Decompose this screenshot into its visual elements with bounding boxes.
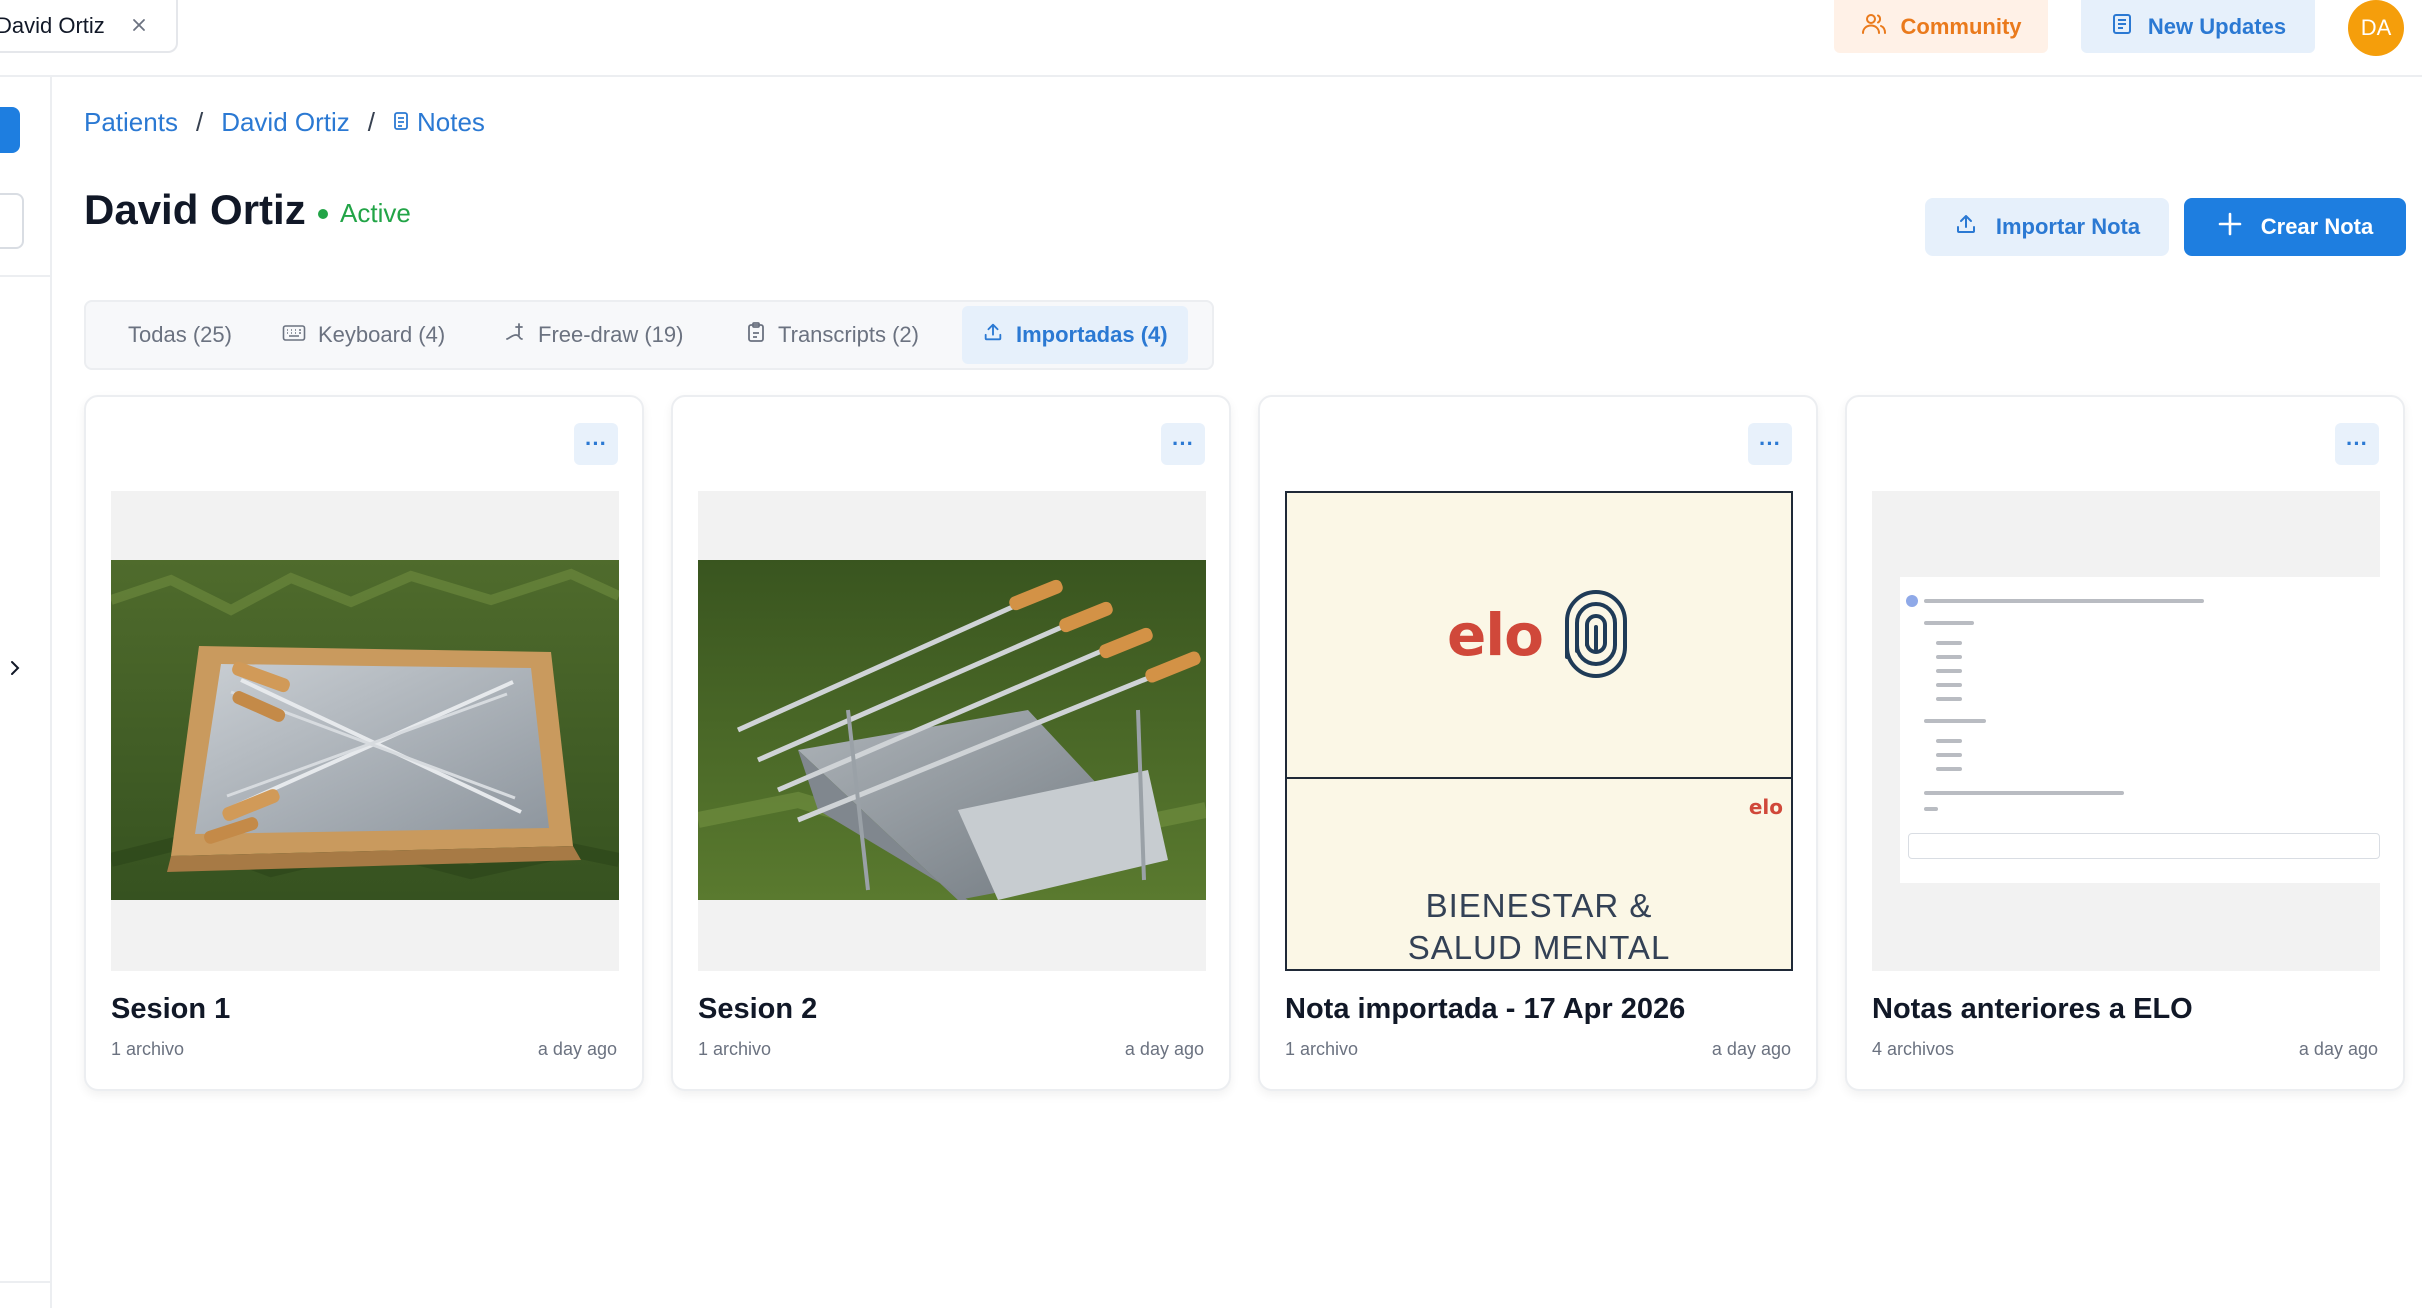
patient-tab[interactable]: David Ortiz: [0, 0, 178, 53]
community-button[interactable]: Community: [1834, 0, 2048, 53]
tab-keyboard[interactable]: Keyboard (4): [262, 306, 465, 364]
keyboard-icon: [282, 322, 306, 348]
rail-active-item[interactable]: [0, 107, 20, 153]
tab-transcripts-label: Transcripts (2): [778, 322, 919, 347]
note-type-tabs: Todas (25) Keyboard (4) Free-draw (19) T…: [84, 300, 1214, 370]
poster-headline-line-1: BIENESTAR &: [1425, 887, 1653, 924]
grill-skewers-photo: [698, 560, 1206, 900]
new-updates-button[interactable]: New Updates: [2081, 0, 2315, 53]
note-date: a day ago: [1711, 1039, 1791, 1059]
tab-all[interactable]: Todas (25): [108, 306, 252, 364]
ellipsis-icon: ···: [1172, 431, 1194, 456]
breadcrumb: Patients / David Ortiz / Notes: [84, 104, 485, 140]
page-title: David Ortiz: [84, 186, 306, 233]
new-updates-label: New Updates: [2147, 13, 2287, 39]
plus-icon: [2217, 211, 2243, 243]
rail-item[interactable]: [0, 193, 24, 249]
note-preview[interactable]: elo elo BIENESTAR & SALUD MENTAL: [1285, 491, 1793, 971]
note-title: Sesion 2: [698, 993, 818, 1025]
breadcrumb-separator: /: [367, 106, 375, 137]
breadcrumb-notes[interactable]: Notes: [393, 107, 485, 138]
poster-headline: BIENESTAR & SALUD MENTAL: [1287, 885, 1791, 969]
note-card[interactable]: ··· elo elo BIENESTAR & SALUD MENTAL Not…: [1258, 395, 1818, 1091]
ellipsis-icon: ···: [585, 431, 607, 456]
note-file-count: 1 archivo: [1285, 1039, 1359, 1059]
bot-avatar-icon: [1906, 595, 1918, 607]
left-rail: [0, 77, 52, 1308]
tab-transcripts[interactable]: Transcripts (2): [726, 306, 939, 364]
elo-logo-area: elo: [1287, 493, 1791, 779]
note-title: Sesion 1: [111, 993, 231, 1025]
breadcrumb-separator: /: [195, 106, 204, 137]
tab-imported-label: Importadas (4): [1016, 322, 1168, 347]
upload-icon: [1954, 212, 1978, 242]
rail-divider: [0, 275, 52, 277]
elo-wordmark: elo: [1446, 601, 1544, 669]
tab-free-draw[interactable]: Free-draw (19): [484, 306, 703, 364]
tab-imported[interactable]: Importadas (4): [962, 306, 1188, 364]
note-date: a day ago: [537, 1039, 617, 1059]
ellipsis-icon: ···: [2346, 431, 2368, 456]
patient-tab-label: David Ortiz: [0, 12, 105, 38]
rail-divider: [0, 1281, 52, 1283]
create-note-button[interactable]: Crear Nota: [2184, 198, 2406, 256]
note-preview[interactable]: [698, 491, 1206, 971]
note-file-count: 1 archivo: [698, 1039, 772, 1059]
clipboard-icon: [746, 321, 766, 349]
newspaper-icon: [2110, 12, 2134, 42]
document-icon: [393, 107, 409, 138]
note-title: Notas anteriores a ELO: [1872, 993, 2193, 1025]
document-screenshot: [1900, 577, 2380, 883]
grill-box-photo: [111, 560, 619, 900]
users-icon: [1861, 11, 1887, 43]
note-preview[interactable]: [1872, 491, 2380, 971]
status-badge: Active: [318, 198, 411, 229]
note-card[interactable]: ··· Sesion 2 1 archivo a day ago: [671, 395, 1231, 1091]
poster-headline-line-2: SALUD MENTAL: [1407, 929, 1671, 966]
note-file-count: 1 archivo: [111, 1039, 185, 1059]
more-options-button[interactable]: ···: [574, 423, 618, 465]
note-file-count: 4 archivos: [1872, 1039, 1955, 1059]
note-card[interactable]: ··· Notas anteriores a ELO 4 archivos a …: [1845, 395, 2405, 1091]
more-options-button[interactable]: ···: [2335, 423, 2379, 465]
breadcrumb-notes-label: Notes: [417, 106, 485, 137]
more-options-button[interactable]: ···: [1748, 423, 1792, 465]
breadcrumb-patients[interactable]: Patients: [84, 107, 178, 138]
note-date: a day ago: [1124, 1039, 1204, 1059]
tab-all-label: Todas (25): [128, 322, 232, 347]
ellipsis-icon: ···: [1759, 431, 1781, 456]
chevron-right-icon[interactable]: [2, 651, 28, 685]
top-bar: David Ortiz Community New Updates DA: [0, 0, 2422, 77]
upload-icon: [982, 321, 1004, 349]
status-dot: [318, 208, 328, 219]
avatar[interactable]: DA: [2348, 0, 2404, 56]
tab-free-draw-label: Free-draw (19): [538, 322, 684, 347]
import-note-label: Importar Nota: [1995, 214, 2141, 239]
note-card[interactable]: ··· Sesion 1 1 archivo a day ago: [84, 395, 644, 1091]
more-options-button[interactable]: ···: [1161, 423, 1205, 465]
tab-keyboard-label: Keyboard (4): [318, 322, 446, 347]
note-preview[interactable]: [111, 491, 619, 971]
import-note-button[interactable]: Importar Nota: [1925, 198, 2169, 256]
note-title: Nota importada - 17 Apr 2026: [1285, 993, 1686, 1025]
elo-poster: elo elo BIENESTAR & SALUD MENTAL: [1285, 491, 1793, 971]
pen-icon: [504, 321, 526, 349]
community-label: Community: [1900, 13, 2022, 39]
elo-small-wordmark: elo: [1748, 795, 1783, 819]
create-note-label: Crear Nota: [2260, 214, 2374, 239]
note-date: a day ago: [2298, 1039, 2378, 1059]
close-icon[interactable]: [126, 12, 152, 38]
status-label: Active: [340, 198, 411, 228]
fingerprint-icon: [1561, 587, 1631, 684]
breadcrumb-patient[interactable]: David Ortiz: [221, 107, 350, 138]
document-input-preview: [1908, 833, 2380, 859]
